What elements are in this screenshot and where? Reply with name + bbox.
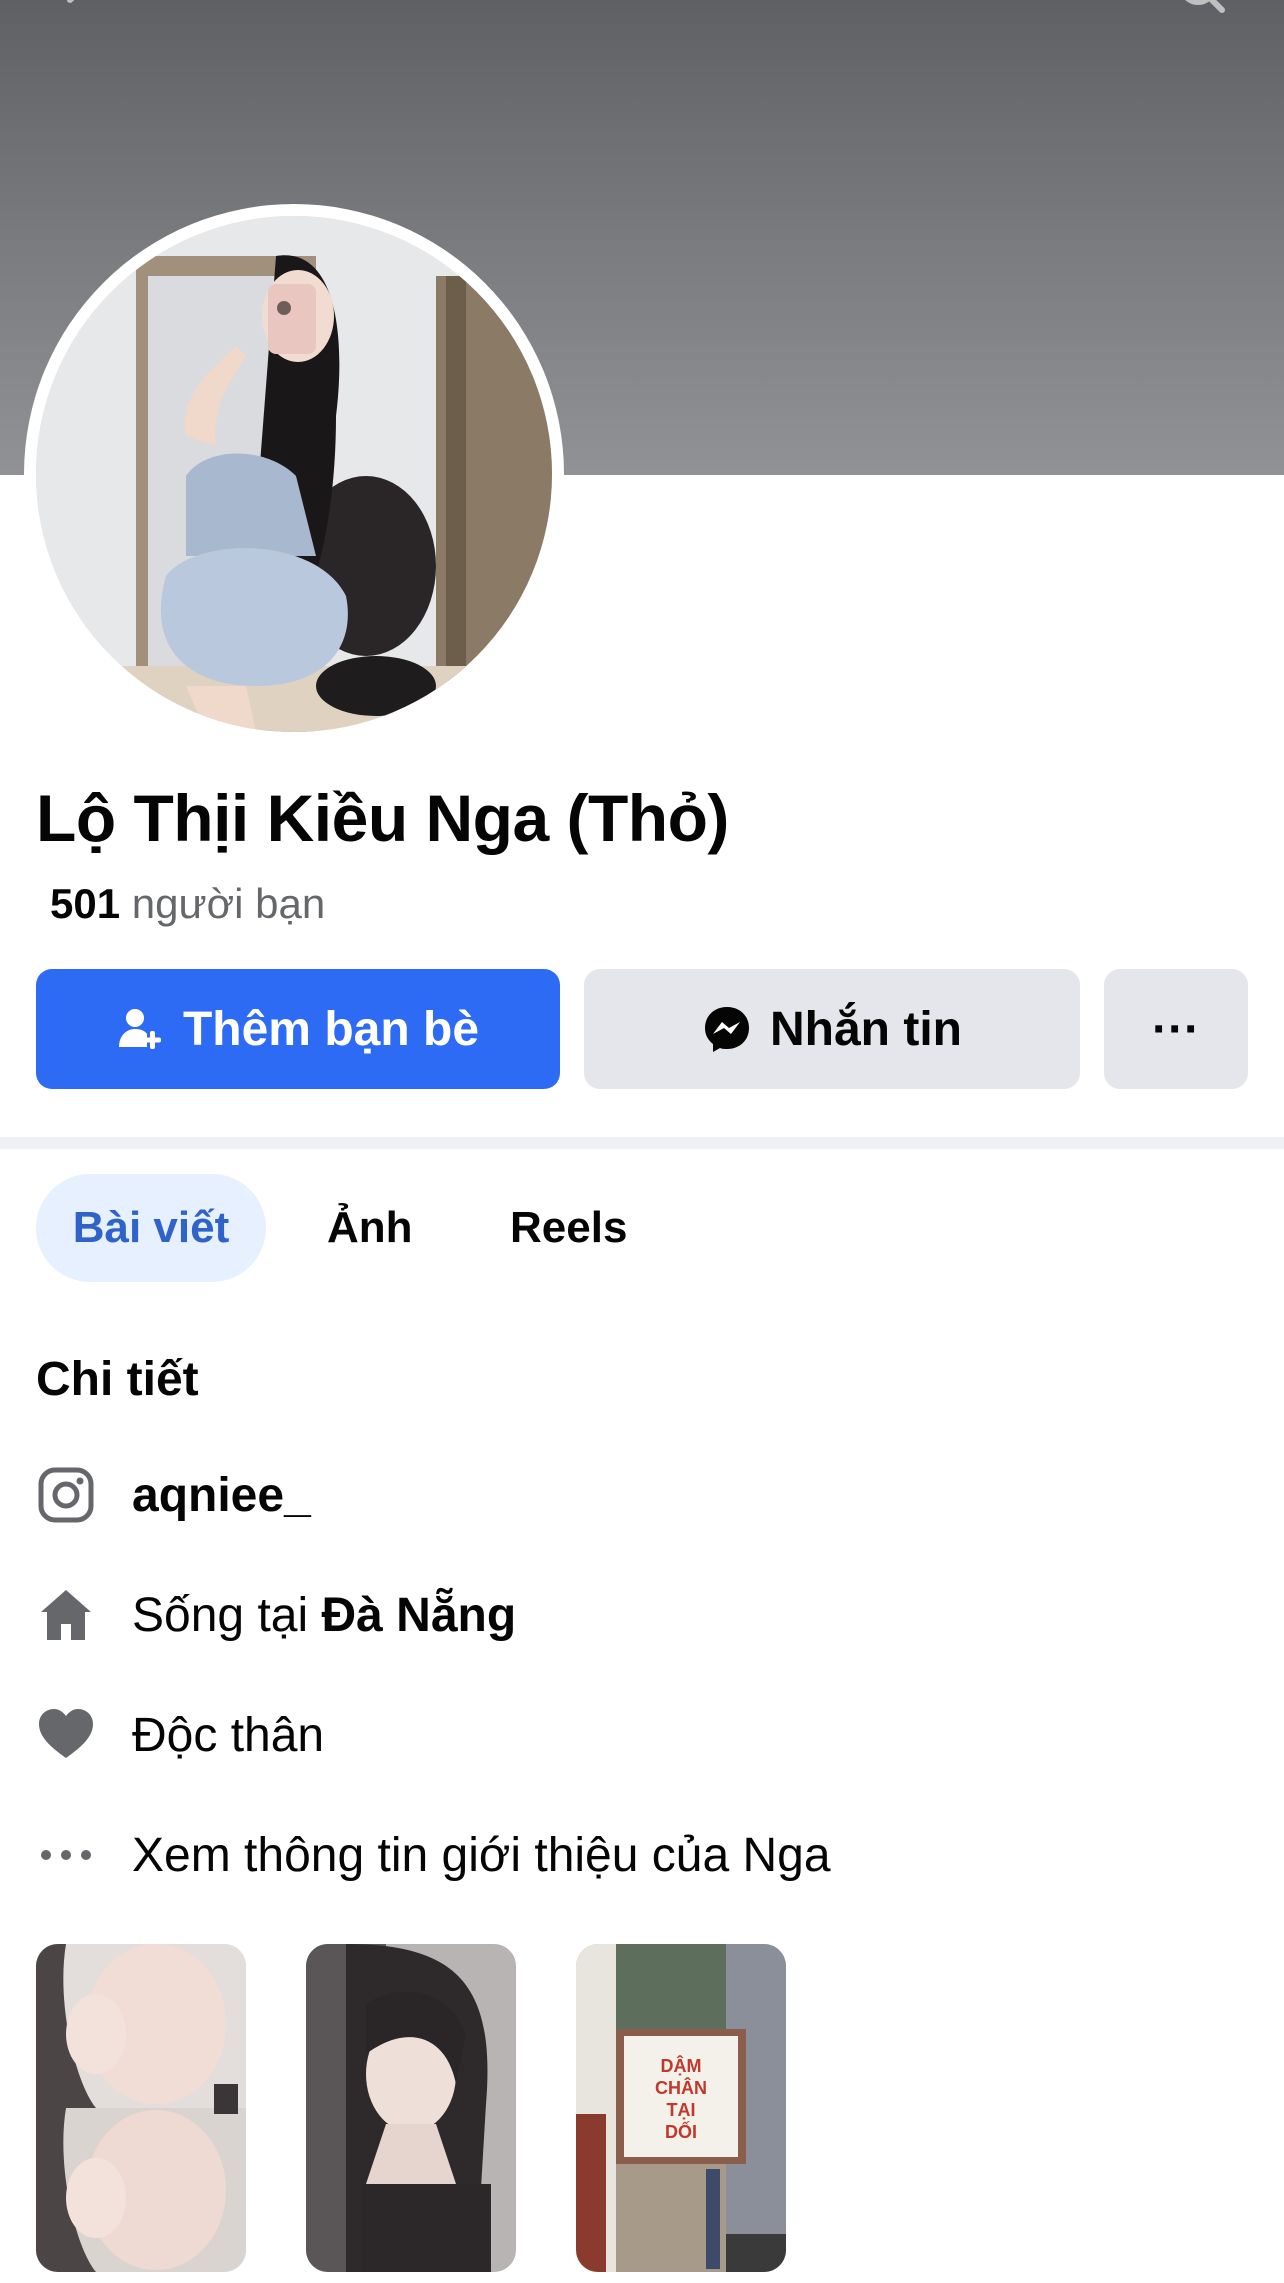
svg-text:CHÂN: CHÂN xyxy=(655,2077,707,2098)
lives-prefix: Sống tại xyxy=(132,1588,309,1642)
search-icon[interactable] xyxy=(1170,0,1230,20)
see-about-row[interactable]: Xem thông tin giới thiệu của Nga xyxy=(36,1820,831,1890)
tab-reels[interactable]: Reels xyxy=(510,1174,627,1282)
instagram-icon xyxy=(38,1467,94,1523)
featured-photo-1[interactable] xyxy=(36,1944,246,2272)
message-label: Nhắn tin xyxy=(770,1002,962,1056)
tab-posts[interactable]: Bài viết xyxy=(36,1174,266,1282)
heart-icon xyxy=(39,1709,93,1758)
friends-count-label: người bạn xyxy=(131,880,326,927)
featured-photo-2[interactable] xyxy=(306,1944,516,2272)
tab-photos[interactable]: Ảnh xyxy=(327,1174,413,1282)
more-dots-icon: ··· xyxy=(1152,1002,1200,1056)
profile-name: Lộ Thịi Kiều Nga (Thỏ) xyxy=(36,781,729,855)
add-friend-button[interactable]: Thêm bạn bè xyxy=(36,969,560,1089)
section-divider xyxy=(0,1137,1284,1149)
messenger-icon xyxy=(705,1007,749,1052)
home-icon xyxy=(41,1590,91,1640)
message-button[interactable]: Nhắn tin xyxy=(584,969,1080,1089)
instagram-row[interactable]: aqniee_ xyxy=(36,1460,311,1530)
more-dots-icon xyxy=(41,1850,91,1860)
add-friend-icon xyxy=(118,1009,161,1049)
add-friend-label: Thêm bạn bè xyxy=(182,1002,480,1056)
profile-avatar[interactable] xyxy=(36,216,552,732)
featured-photo-3[interactable]: DẬM CHÂN TẠI DỐI xyxy=(576,1944,786,2272)
svg-text:TẠI: TẠI xyxy=(667,2100,696,2120)
relationship-row: Độc thân xyxy=(36,1700,324,1770)
instagram-handle[interactable]: aqniee_ xyxy=(132,1468,311,1523)
friends-count-number: 501 xyxy=(50,880,121,927)
location-row: Sống tại Đà Nẵng xyxy=(36,1580,516,1650)
svg-text:DỐI: DỐI xyxy=(665,2121,697,2142)
more-options-button[interactable]: ··· xyxy=(1104,969,1248,1089)
back-icon[interactable] xyxy=(50,0,110,20)
details-title: Chi tiết xyxy=(36,1353,199,1406)
see-about-link[interactable]: Xem thông tin giới thiệu của Nga xyxy=(132,1828,831,1883)
friends-count[interactable]: 501 người bạn xyxy=(50,880,325,928)
lives-city[interactable]: Đà Nẵng xyxy=(321,1589,516,1642)
svg-text:DẬM: DẬM xyxy=(661,2055,702,2076)
relationship-status: Độc thân xyxy=(132,1708,325,1762)
